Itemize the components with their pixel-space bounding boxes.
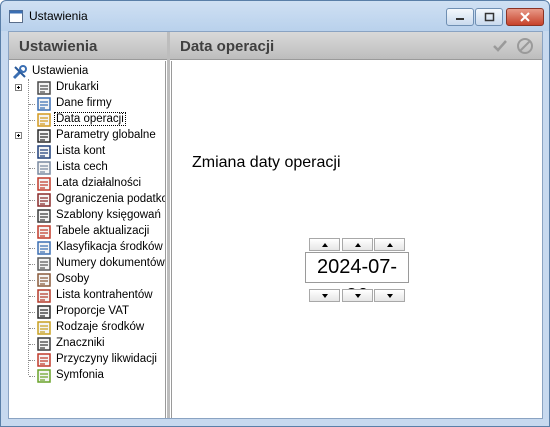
symfonia-icon: [37, 369, 51, 383]
expand-plus-icon[interactable]: [15, 132, 22, 139]
tree-branch-line: [29, 216, 35, 217]
section-title: Zmiana daty operacji: [192, 154, 341, 171]
tree-branch-line: [29, 152, 35, 153]
tree-branch-line: [29, 184, 35, 185]
tree-item-label: Osoby: [56, 273, 90, 285]
tree-item-label: Przyczyny likwidacji: [56, 353, 157, 365]
confirm-check-icon[interactable]: [489, 36, 511, 56]
down-arrow-icon: [322, 294, 328, 298]
tree-item-label: Lata działalności: [56, 177, 142, 189]
document-icon: [37, 97, 51, 111]
tree-item-label: Lista kont: [56, 145, 106, 157]
tree-item-label: Lista kontrahentów: [56, 289, 153, 301]
tree-item-label: Drukarki: [56, 81, 99, 93]
right-panel-title: Data operacji: [180, 38, 275, 55]
tree-item-label: Ograniczenia podatko...: [56, 193, 166, 205]
tree-item-label: Szablony księgowań: [56, 209, 161, 221]
chart-icon: [37, 193, 51, 207]
tree-item-label: Dane firmy: [56, 97, 112, 109]
tree-item-label: Klasyfikacja środków: [56, 241, 163, 253]
tree-branch-line: [29, 200, 35, 201]
tree-branch-line: [29, 248, 35, 249]
tree-branch-line: [29, 168, 35, 169]
operation-date-field[interactable]: 2024-07-26: [305, 252, 409, 307]
tree-branch-line: [29, 264, 35, 265]
tree-branch-line: [29, 360, 35, 361]
update-table-icon: [37, 225, 51, 239]
up-arrow-icon: [387, 243, 393, 247]
year-down-button[interactable]: [309, 289, 340, 302]
tree-branch-line: [29, 296, 35, 297]
tree-item-label: Numery dokumentów o...: [56, 257, 165, 269]
contractors-icon: [37, 289, 51, 303]
tree-branch-line: [29, 232, 35, 233]
down-arrow-icon: [355, 294, 361, 298]
document-number-icon: [37, 257, 51, 271]
tree-branch-line: [29, 280, 35, 281]
panel-splitter[interactable]: [167, 32, 170, 418]
tree-branch-line: [29, 104, 35, 105]
left-panel-header: Ustawienia: [9, 32, 167, 60]
tree-item-label: Parametry globalne: [56, 129, 156, 141]
maximize-button[interactable]: [475, 8, 503, 26]
tree-root-label: Ustawienia: [32, 65, 89, 77]
right-panel-header: Data operacji: [170, 32, 542, 60]
month-up-button[interactable]: [342, 238, 373, 251]
tree-item-label-selected: Data operacji: [54, 112, 126, 126]
calendar-hand-icon: [37, 113, 51, 127]
marker-icon: [37, 337, 51, 351]
liquidation-icon: [37, 353, 51, 367]
cancel-circle-icon[interactable]: [514, 36, 536, 56]
title-bar[interactable]: Ustawienia: [1, 1, 549, 31]
accounts-list-icon: [37, 145, 51, 159]
window-icon: [9, 10, 23, 23]
close-icon: [520, 12, 530, 22]
tree-branch-line: [29, 120, 35, 121]
client-area: Ustawienia Data operacji Ustawienia Druk…: [8, 31, 543, 419]
restore-icon: [484, 12, 495, 22]
tree-branch-line: [29, 344, 35, 345]
month-down-button[interactable]: [342, 289, 373, 302]
tree-item-label: Lista cech: [56, 161, 108, 173]
minimize-button[interactable]: [446, 8, 474, 26]
tree-item-label: Proporcje VAT: [56, 305, 130, 317]
printer-icon: [37, 81, 51, 95]
window-title: Ustawienia: [29, 9, 88, 23]
day-down-button[interactable]: [374, 289, 405, 302]
close-button[interactable]: [506, 8, 544, 26]
vat-icon: [37, 305, 51, 319]
classification-icon: [37, 241, 51, 255]
asset-types-icon: [37, 321, 51, 335]
tree-guide-line: [28, 79, 29, 375]
day-up-button[interactable]: [374, 238, 405, 251]
tree-branch-line: [29, 312, 35, 313]
down-arrow-icon: [387, 294, 393, 298]
tools-icon: [12, 65, 27, 80]
minimize-icon: [456, 18, 464, 20]
person-icon: [37, 273, 51, 287]
right-panel-body: Zmiana daty operacji 2024-07-26: [171, 61, 542, 418]
settings-tree[interactable]: Ustawienia Drukarki Dane firmy Data operac…: [10, 61, 166, 418]
year-up-button[interactable]: [309, 238, 340, 251]
up-arrow-icon: [355, 243, 361, 247]
up-arrow-icon: [322, 243, 328, 247]
tree-branch-line: [29, 376, 35, 377]
tree-item-label: Rodzaje środków: [56, 321, 145, 333]
expand-plus-icon[interactable]: [15, 84, 22, 91]
tree-item-label: Znaczniki: [56, 337, 105, 349]
tree-item-label: Tabele aktualizacji: [56, 225, 150, 237]
template-icon: [37, 209, 51, 223]
tree-item-label: Symfonia: [56, 369, 104, 381]
left-panel-title: Ustawienia: [19, 38, 98, 55]
tag-icon: [37, 161, 51, 175]
settings-window: Ustawienia Ustawienia Data operacji Usta…: [0, 0, 550, 427]
parameters-icon: [37, 129, 51, 143]
calendar-icon: [37, 177, 51, 191]
tree-branch-line: [29, 328, 35, 329]
